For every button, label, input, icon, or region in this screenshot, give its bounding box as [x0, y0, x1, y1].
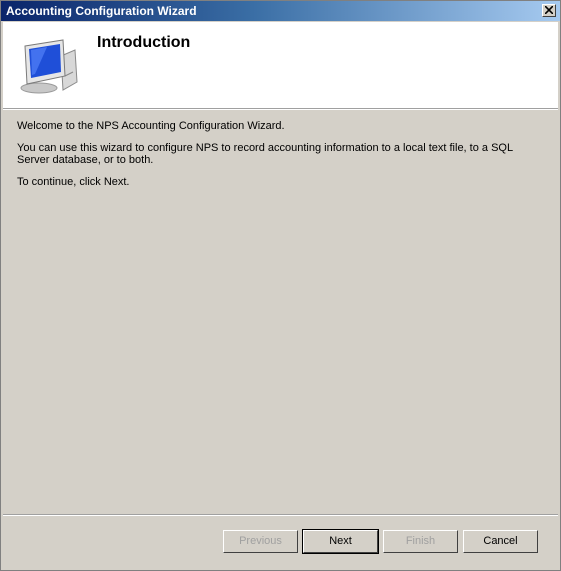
close-icon: [545, 6, 553, 14]
previous-button[interactable]: Previous: [223, 530, 298, 553]
title-bar[interactable]: Accounting Configuration Wizard: [1, 1, 560, 21]
wizard-header: Introduction: [3, 22, 558, 108]
wizard-window: Accounting Configuration Wizard Introduc…: [0, 0, 561, 571]
footer-divider: [3, 514, 558, 516]
description-text: You can use this wizard to configure NPS…: [17, 142, 513, 166]
header-divider: [3, 108, 558, 110]
cancel-button[interactable]: Cancel: [463, 530, 538, 553]
window-title: Accounting Configuration Wizard: [6, 4, 197, 18]
welcome-text: Welcome to the NPS Accounting Configurat…: [17, 120, 285, 132]
page-title: Introduction: [97, 34, 191, 51]
next-button[interactable]: Next: [302, 529, 379, 554]
wizard-body: Welcome to the NPS Accounting Configurat…: [17, 120, 547, 198]
instruction-text: To continue, click Next.: [17, 176, 130, 188]
close-button[interactable]: [542, 4, 556, 17]
computer-monitor-icon: [20, 39, 78, 94]
finish-button[interactable]: Finish: [383, 530, 458, 553]
